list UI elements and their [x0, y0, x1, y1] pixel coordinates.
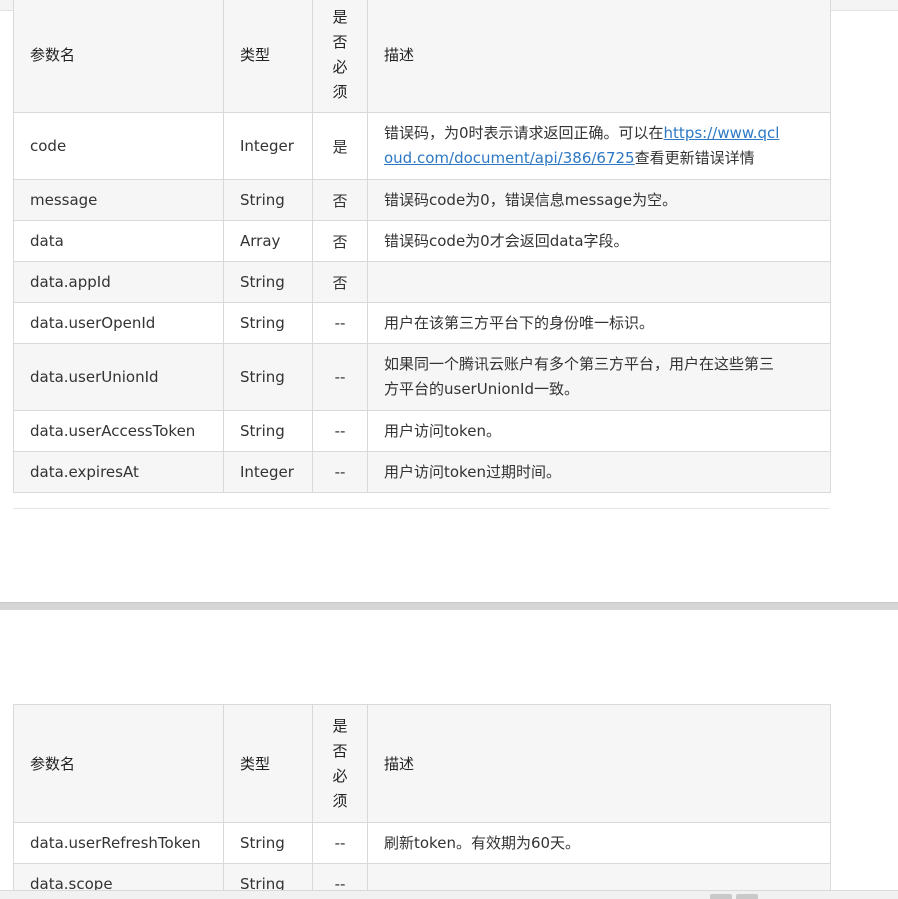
param-name: data.appId	[13, 261, 224, 303]
param-name: data.userRefreshToken	[13, 822, 224, 864]
param-description: 用户访问token。	[367, 410, 831, 452]
header-param-name: 参数名	[13, 0, 224, 113]
param-type: Array	[223, 220, 313, 262]
param-required: --	[312, 451, 368, 493]
param-required: --	[312, 343, 368, 411]
param-type: String	[223, 302, 313, 344]
page-nav-button[interactable]	[736, 894, 758, 899]
param-name: data.userOpenId	[13, 302, 224, 344]
param-required: 否	[312, 220, 368, 262]
param-description: 错误码code为0才会返回data字段。	[367, 220, 831, 262]
param-required: --	[312, 410, 368, 452]
param-description: 错误码code为0，错误信息message为空。	[367, 179, 831, 221]
table-row: message String 否 错误码code为0，错误信息message为空…	[13, 179, 831, 221]
page-nav-button[interactable]	[710, 894, 732, 899]
bottom-status-bar	[0, 890, 898, 899]
header-param-name: 参数名	[13, 704, 224, 823]
header-required: 是 否 必 须	[312, 0, 368, 113]
param-name: data	[13, 220, 224, 262]
param-description: 用户访问token过期时间。	[367, 451, 831, 493]
response-params-table-continued: 参数名 类型 是 否 必 须 描述 data.userRefreshToken …	[13, 704, 831, 899]
table-row: data.userUnionId String -- 如果同一个腾讯云账户有多个…	[13, 343, 831, 411]
param-required: 否	[312, 261, 368, 303]
param-name: code	[13, 112, 224, 180]
param-description: 错误码，为0时表示请求返回正确。可以在https://www.qcl oud.co…	[367, 112, 831, 180]
param-description: 如果同一个腾讯云账户有多个第三方平台，用户在这些第三 方平台的userUnionI…	[367, 343, 831, 411]
response-params-table: 参数名 类型 是 否 必 须 描述 code Integer 是 错误码，为0时…	[13, 0, 831, 493]
table-header-row: 参数名 类型 是 否 必 须 描述	[13, 704, 831, 823]
table-row: data.appId String 否	[13, 261, 831, 303]
param-description	[367, 261, 831, 303]
param-required: 否	[312, 179, 368, 221]
horizontal-rule	[13, 508, 830, 509]
param-type: String	[223, 261, 313, 303]
param-type: String	[223, 179, 313, 221]
table-row: data.userOpenId String -- 用户在该第三方平台下的身份唯…	[13, 302, 831, 344]
param-description: 刷新token。有效期为60天。	[367, 822, 831, 864]
param-required: 是	[312, 112, 368, 180]
table-row: data Array 否 错误码code为0才会返回data字段。	[13, 220, 831, 262]
table-header-row: 参数名 类型 是 否 必 须 描述	[13, 0, 831, 113]
param-required: --	[312, 302, 368, 344]
header-required: 是 否 必 须	[312, 704, 368, 823]
header-type: 类型	[223, 704, 313, 823]
param-type: String	[223, 410, 313, 452]
page-break-divider	[0, 602, 898, 610]
table-row: data.userRefreshToken String -- 刷新token。…	[13, 822, 831, 864]
param-name: data.userUnionId	[13, 343, 224, 411]
param-required: --	[312, 822, 368, 864]
table-row: code Integer 是 错误码，为0时表示请求返回正确。可以在https:…	[13, 112, 831, 180]
param-name: data.expiresAt	[13, 451, 224, 493]
page: 参数名 类型 是 否 必 须 描述 code Integer 是 错误码，为0时…	[0, 0, 898, 899]
param-type: Integer	[223, 112, 313, 180]
header-description: 描述	[367, 704, 831, 823]
header-description: 描述	[367, 0, 831, 113]
table-row: data.userAccessToken String -- 用户访问token…	[13, 410, 831, 452]
header-type: 类型	[223, 0, 313, 113]
param-type: Integer	[223, 451, 313, 493]
param-name: data.userAccessToken	[13, 410, 224, 452]
param-type: String	[223, 822, 313, 864]
param-description: 用户在该第三方平台下的身份唯一标识。	[367, 302, 831, 344]
table-row: data.expiresAt Integer -- 用户访问token过期时间。	[13, 451, 831, 493]
param-type: String	[223, 343, 313, 411]
param-name: message	[13, 179, 224, 221]
